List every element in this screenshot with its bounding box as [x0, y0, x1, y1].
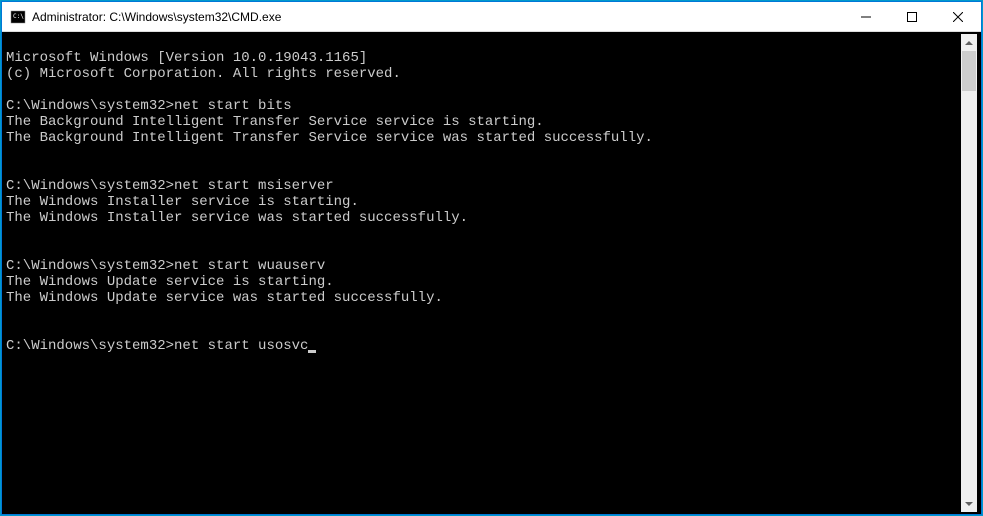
terminal-line: (c) Microsoft Corporation. All rights re…: [6, 66, 961, 82]
terminal-line: C:\Windows\system32>net start bits: [6, 98, 961, 114]
command-text: net start wuauserv: [174, 258, 325, 274]
command-text: net start bits: [174, 98, 292, 114]
terminal-line: C:\Windows\system32>net start wuauserv: [6, 258, 961, 274]
maximize-button[interactable]: [889, 2, 935, 31]
prompt: C:\Windows\system32>: [6, 98, 174, 114]
terminal-line: The Background Intelligent Transfer Serv…: [6, 130, 961, 146]
terminal-line: C:\Windows\system32>net start usosvc: [6, 338, 961, 354]
terminal-line: [6, 82, 961, 98]
minimize-button[interactable]: [843, 2, 889, 31]
scroll-up-arrow[interactable]: [961, 34, 977, 51]
terminal-line: The Windows Update service is starting.: [6, 274, 961, 290]
titlebar[interactable]: C:\ Administrator: C:\Windows\system32\C…: [2, 2, 981, 32]
terminal-line: The Windows Installer service was starte…: [6, 210, 961, 226]
terminal-line: [6, 226, 961, 242]
cursor: [308, 350, 316, 353]
app-icon: C:\: [10, 9, 26, 25]
terminal-line: [6, 306, 961, 322]
close-button[interactable]: [935, 2, 981, 31]
terminal-line: [6, 242, 961, 258]
terminal-line: The Windows Update service was started s…: [6, 290, 961, 306]
terminal-content: Microsoft Windows [Version 10.0.19043.11…: [6, 34, 961, 512]
window-controls: [843, 2, 981, 31]
prompt: C:\Windows\system32>: [6, 178, 174, 194]
terminal-line: Microsoft Windows [Version 10.0.19043.11…: [6, 50, 961, 66]
command-text: net start usosvc: [174, 338, 308, 354]
svg-text:C:\: C:\: [13, 13, 24, 20]
vertical-scrollbar[interactable]: [961, 34, 977, 512]
cmd-window: C:\ Administrator: C:\Windows\system32\C…: [1, 1, 982, 515]
terminal[interactable]: Microsoft Windows [Version 10.0.19043.11…: [2, 32, 981, 514]
terminal-line: [6, 162, 961, 178]
terminal-line: The Background Intelligent Transfer Serv…: [6, 114, 961, 130]
prompt: C:\Windows\system32>: [6, 338, 174, 354]
scroll-down-arrow[interactable]: [961, 495, 977, 512]
command-text: net start msiserver: [174, 178, 334, 194]
terminal-line: C:\Windows\system32>net start msiserver: [6, 178, 961, 194]
terminal-line: [6, 322, 961, 338]
terminal-line: The Windows Installer service is startin…: [6, 194, 961, 210]
scrollbar-thumb[interactable]: [962, 51, 976, 91]
window-title: Administrator: C:\Windows\system32\CMD.e…: [32, 10, 843, 24]
prompt: C:\Windows\system32>: [6, 258, 174, 274]
terminal-line: [6, 146, 961, 162]
